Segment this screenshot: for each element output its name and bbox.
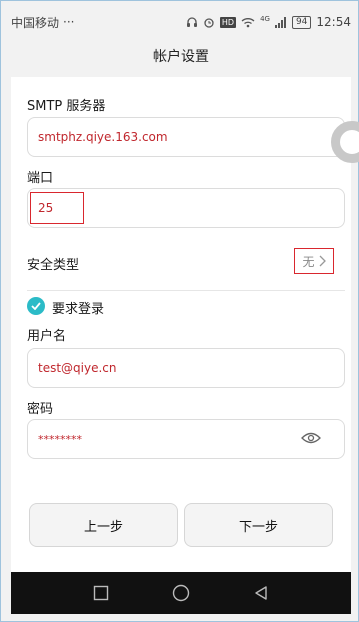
status-dots: ··· — [63, 15, 75, 29]
hd-badge: HD — [219, 16, 237, 28]
alarm-icon — [204, 18, 214, 28]
prev-step-button[interactable]: 上一步 — [29, 503, 178, 547]
eye-icon[interactable] — [301, 431, 321, 445]
chevron-right-icon — [319, 255, 326, 267]
check-icon — [31, 302, 41, 310]
security-type-value: 无 — [302, 254, 315, 269]
square-recent-icon — [93, 585, 109, 601]
clock: 12:54 — [316, 15, 351, 29]
home-button[interactable] — [170, 582, 192, 604]
smtp-server-label: SMTP 服务器 — [27, 99, 106, 114]
status-bar: 中国移动 ··· HD 4G 94 12:54 — [11, 9, 351, 35]
smtp-server-input[interactable]: smtphz.qiye.163.com — [27, 117, 345, 157]
login-required-checkbox[interactable] — [27, 297, 45, 315]
divider — [27, 290, 345, 291]
port-label: 端口 — [27, 171, 54, 186]
network-type: 4G — [260, 15, 270, 23]
security-type-label: 安全类型 — [27, 258, 80, 273]
username-input[interactable]: test@qiye.cn — [27, 348, 345, 388]
login-required-label: 要求登录 — [52, 302, 105, 317]
back-button[interactable] — [250, 582, 272, 604]
headphones-icon — [186, 17, 197, 27]
username-label: 用户名 — [27, 329, 67, 344]
navigation-bar — [11, 572, 351, 614]
wifi-icon — [241, 17, 255, 27]
password-label: 密码 — [27, 402, 54, 417]
scroll-handle[interactable] — [331, 121, 359, 163]
recent-apps-button[interactable] — [90, 582, 112, 604]
page-title: 帐户设置 — [153, 49, 209, 65]
security-type-select[interactable]: 无 — [294, 248, 334, 274]
circle-home-icon — [172, 584, 190, 602]
password-input[interactable]: ******** — [27, 419, 345, 459]
port-highlight-box — [30, 192, 84, 224]
account-settings-form: SMTP 服务器 smtphz.qiye.163.com 端口 25 安全类型 … — [11, 77, 359, 572]
signal-icon — [274, 16, 286, 28]
triangle-back-icon — [255, 586, 267, 600]
next-step-button[interactable]: 下一步 — [184, 503, 333, 547]
carrier-name: 中国移动 — [11, 15, 60, 30]
battery-indicator: 94 — [291, 15, 312, 29]
phone-frame: 中国移动 ··· HD 4G 94 12:54 帐户设置 SMTP 服务器 sm… — [0, 0, 359, 622]
